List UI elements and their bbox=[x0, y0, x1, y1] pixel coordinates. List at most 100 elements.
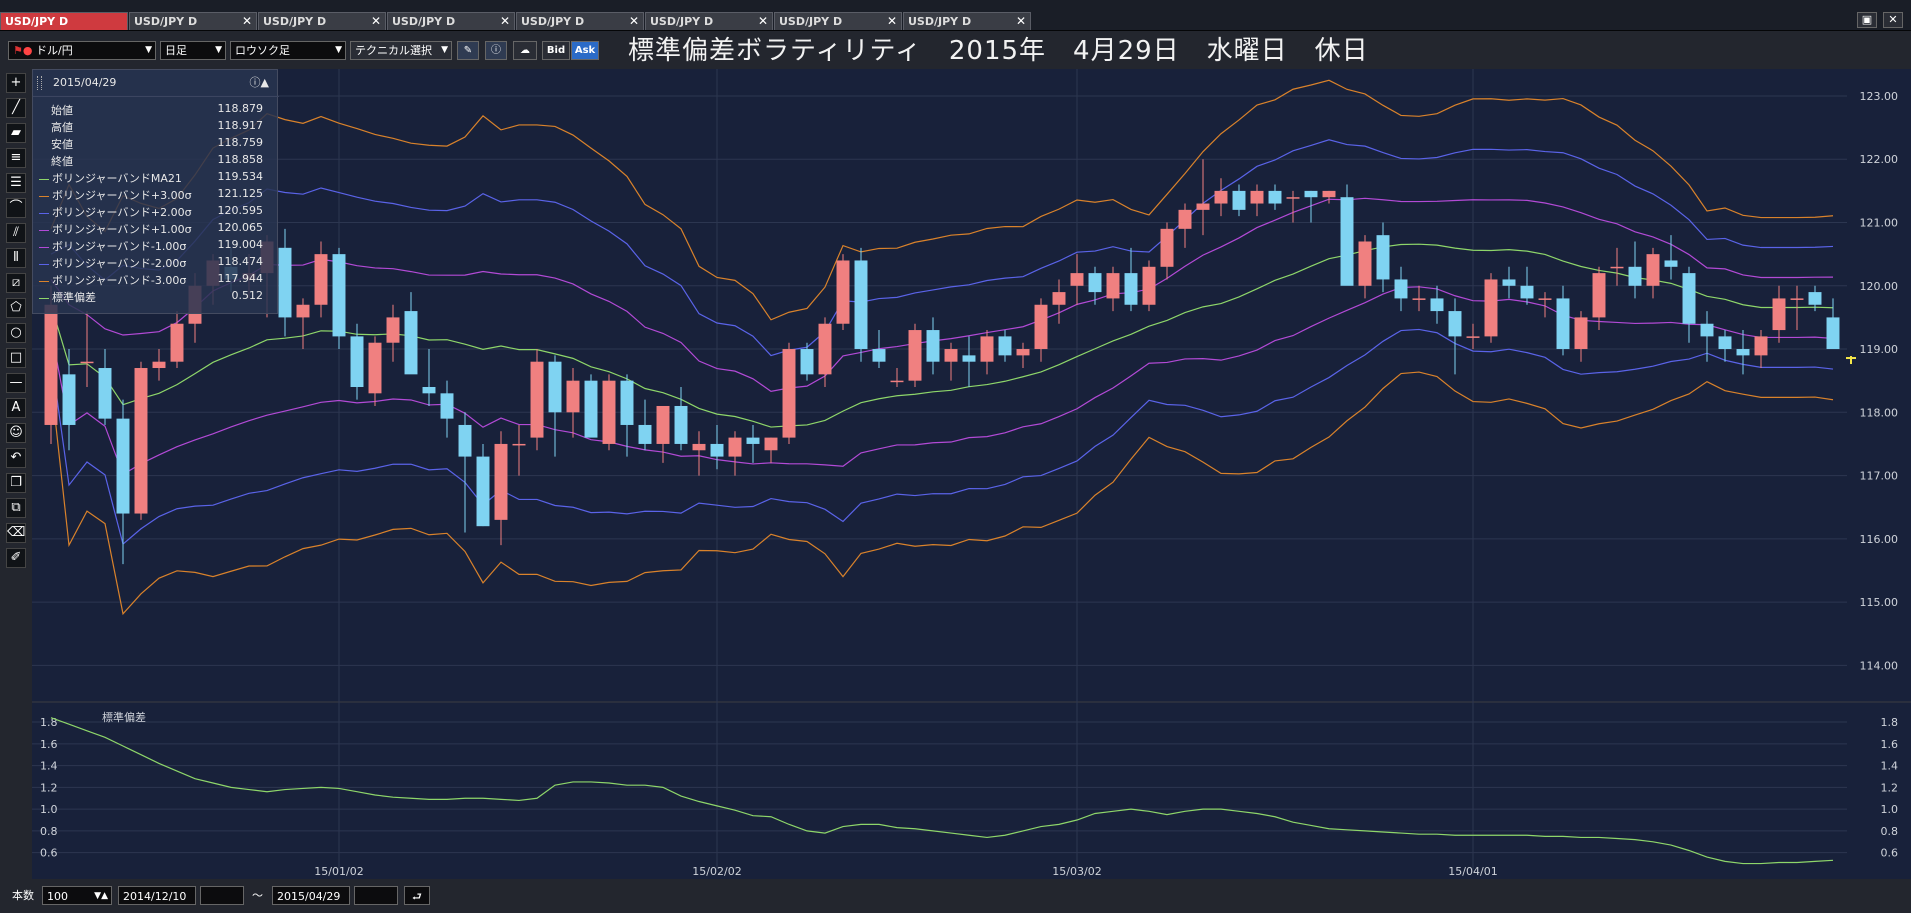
close-icon[interactable]: ✕ bbox=[1883, 12, 1903, 28]
apply-button[interactable]: ⮐ bbox=[404, 886, 430, 905]
tab-4[interactable]: USD/JPY D ✕ bbox=[387, 12, 515, 30]
tab-2[interactable]: USD/JPY D ✕ bbox=[129, 12, 257, 30]
technical-select[interactable]: テクニカル選択 ▼ bbox=[350, 41, 452, 60]
close-tab-icon[interactable]: ✕ bbox=[242, 13, 252, 30]
eraser-icon[interactable]: ⌫ bbox=[6, 523, 26, 543]
close-tab-icon[interactable]: ✕ bbox=[887, 13, 897, 30]
tab-8[interactable]: USD/JPY D ✕ bbox=[903, 12, 1031, 30]
chart-area[interactable]: 123.00 122.00 121.00 120.00 119.00 118.00 117.… bbox=[32, 69, 1911, 879]
candle-body bbox=[710, 443, 724, 457]
candle-body bbox=[62, 374, 76, 425]
restore-icon[interactable]: ▣ bbox=[1857, 12, 1877, 28]
tab-1[interactable]: USD/JPY D bbox=[0, 12, 128, 30]
range-tilde: ～ bbox=[252, 889, 263, 902]
chart-style-select[interactable]: ロウソク足 ▼ bbox=[230, 41, 346, 60]
candle-body bbox=[1772, 298, 1786, 331]
candle-body bbox=[1610, 266, 1624, 269]
candle-body bbox=[638, 424, 652, 444]
candle-body bbox=[1160, 228, 1174, 267]
pentagon-icon[interactable]: ⬠ bbox=[6, 298, 26, 318]
close-tab-icon[interactable]: ✕ bbox=[758, 13, 768, 30]
info-row: ボリンジャーバンド-2.00σ 118.474 bbox=[39, 255, 271, 271]
y-tick-label: 118.00 bbox=[1860, 406, 1899, 419]
from-date-field[interactable]: 2014/12/10 bbox=[118, 886, 196, 905]
hlines-icon[interactable]: ≡ bbox=[6, 148, 26, 168]
fib-icon[interactable]: ☰ bbox=[6, 173, 26, 193]
sub-y-tick-label-left: 1.6 bbox=[40, 738, 58, 751]
candle-body bbox=[728, 437, 742, 457]
currency-select[interactable]: ⚑● ドル/円 ▼ bbox=[8, 41, 156, 60]
return-icon: ⮐ bbox=[412, 890, 422, 903]
circle-icon[interactable]: ○ bbox=[6, 323, 26, 343]
candle-body bbox=[962, 355, 976, 362]
to-date-field[interactable]: 2015/04/29 bbox=[272, 886, 350, 905]
candle-body bbox=[1502, 279, 1516, 286]
close-tab-icon[interactable]: ✕ bbox=[371, 13, 381, 30]
candle-body bbox=[1646, 254, 1660, 286]
x-tick-label: 15/04/01 bbox=[1448, 865, 1497, 878]
close-tab-icon[interactable]: ✕ bbox=[1016, 13, 1026, 30]
count-input[interactable]: 100 ▼▲ bbox=[42, 886, 112, 905]
candle-body bbox=[908, 330, 922, 381]
candle-body bbox=[1790, 298, 1804, 300]
fan-icon[interactable]: ⫽ bbox=[6, 223, 26, 243]
drag-handle-icon[interactable] bbox=[37, 76, 42, 90]
candle-body bbox=[386, 317, 400, 343]
hline-icon[interactable]: — bbox=[6, 373, 26, 393]
ask-button[interactable]: Ask bbox=[571, 41, 599, 60]
bid-button[interactable]: Bid bbox=[542, 41, 570, 60]
info-row: ボリンジャーバンド-1.00σ 119.004 bbox=[39, 238, 271, 254]
sub-y-tick-label-left: 1.0 bbox=[40, 803, 58, 816]
vlines-icon[interactable]: ⦀ bbox=[6, 248, 26, 268]
area-button[interactable]: ☁ bbox=[513, 41, 537, 60]
tab-6[interactable]: USD/JPY D ✕ bbox=[645, 12, 773, 30]
spin-icon[interactable]: ▼▲ bbox=[94, 887, 108, 906]
sub-y-tick-label-left: 0.6 bbox=[40, 847, 58, 860]
close-tab-icon[interactable]: ✕ bbox=[500, 13, 510, 30]
candle-body bbox=[530, 361, 544, 438]
line-icon[interactable]: ╱ bbox=[6, 98, 26, 118]
info-row: ボリンジャーバンド+3.00σ 121.125 bbox=[39, 187, 271, 203]
candle-body bbox=[404, 311, 418, 375]
sub-y-tick-label: 0.8 bbox=[1881, 825, 1899, 838]
tab-5[interactable]: USD/JPY D ✕ bbox=[516, 12, 644, 30]
ruler-icon[interactable]: ▰ bbox=[6, 123, 26, 143]
crosshair-icon[interactable]: + bbox=[6, 73, 26, 93]
candle-body bbox=[1070, 273, 1084, 286]
candle-body bbox=[368, 342, 382, 394]
sub-y-tick-label: 1.0 bbox=[1881, 803, 1899, 816]
text-icon[interactable]: A bbox=[6, 398, 26, 418]
emoji-icon[interactable]: ☺ bbox=[6, 423, 26, 443]
close-tab-icon[interactable]: ✕ bbox=[629, 13, 639, 30]
candle-body bbox=[350, 336, 364, 387]
pen-button[interactable]: ✎ bbox=[457, 41, 479, 60]
arc-icon[interactable]: ⌒ bbox=[6, 198, 26, 218]
undo-icon[interactable]: ↶ bbox=[6, 448, 26, 468]
period-select[interactable]: 日足 ▼ bbox=[160, 41, 226, 60]
sub-y-tick-label-left: 0.8 bbox=[40, 825, 58, 838]
candle-body bbox=[620, 380, 634, 425]
tab-7[interactable]: USD/JPY D ✕ bbox=[774, 12, 902, 30]
copy-icon[interactable]: ❐ bbox=[6, 473, 26, 493]
candle-body bbox=[1520, 285, 1534, 299]
collapse-icon[interactable]: ⓘ▲ bbox=[250, 74, 269, 90]
chevron-down-icon: ▼ bbox=[215, 45, 222, 55]
candle-body bbox=[1340, 197, 1354, 286]
to-time-field[interactable] bbox=[354, 886, 398, 905]
tab-label: USD/JPY D bbox=[779, 15, 843, 28]
y-tick-label: 117.00 bbox=[1860, 470, 1899, 483]
candle-body bbox=[1358, 241, 1372, 286]
channel-icon[interactable]: ⧄ bbox=[6, 273, 26, 293]
from-time-field[interactable] bbox=[200, 886, 244, 905]
eraser-all-icon[interactable]: ✐ bbox=[6, 548, 26, 568]
chevron-down-icon: ▼ bbox=[145, 45, 152, 55]
candle-body bbox=[134, 368, 148, 514]
x-tick-label: 15/02/02 bbox=[692, 865, 741, 878]
candle-body bbox=[1106, 273, 1120, 299]
info-button[interactable]: ⓘ bbox=[485, 41, 507, 60]
layers-icon[interactable]: ⧉ bbox=[6, 498, 26, 518]
tab-3[interactable]: USD/JPY D ✕ bbox=[258, 12, 386, 30]
rectangle-icon[interactable]: □ bbox=[6, 348, 26, 368]
info-row: 安値 118.759 bbox=[51, 136, 263, 151]
count-label: 本数 bbox=[12, 889, 34, 902]
